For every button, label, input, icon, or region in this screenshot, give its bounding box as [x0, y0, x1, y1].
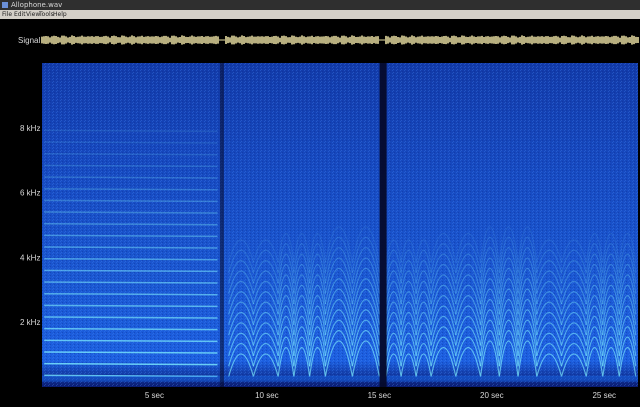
harmonic-line — [44, 269, 218, 273]
y-tick-label: 2 kHz — [20, 318, 40, 327]
harmonic-line — [44, 316, 218, 319]
signal-trace — [41, 35, 639, 45]
harmonic-line — [44, 362, 218, 366]
harmonic-line — [44, 327, 218, 331]
harmonic-line — [44, 339, 218, 343]
harmonic-line — [44, 199, 218, 203]
menu-tools[interactable]: Tools — [39, 10, 54, 19]
x-tick-label: 15 sec — [368, 391, 392, 400]
waveform-app-icon — [2, 2, 8, 8]
harmonic-line — [44, 129, 218, 133]
harmonic-line — [44, 281, 218, 284]
low-frequency-band — [42, 375, 638, 382]
harmonic-line — [44, 222, 218, 226]
harmonic-line — [44, 234, 218, 238]
menu-help[interactable]: Help — [53, 10, 67, 19]
harmonic-line — [44, 141, 218, 144]
title-bar[interactable]: Allophone.wav — [0, 0, 640, 10]
spectrogram-noise — [42, 63, 638, 387]
spectrogram-plot — [42, 63, 638, 387]
menu-edit[interactable]: Edit — [14, 10, 26, 19]
spectrogram-view[interactable]: Signal 2 kHz 4 kHz 6 kHz 8 kHz 5 sec 10 sec 1… — [0, 19, 640, 407]
x-tick-label: 20 sec — [480, 391, 504, 400]
harmonic-line — [44, 211, 218, 214]
spectrogram-chart: 2 kHz 4 kHz 6 kHz 8 kHz 5 sec 10 sec 15 sec 20… — [20, 35, 639, 400]
harmonic-line — [44, 351, 218, 354]
harmonic-line — [44, 187, 218, 191]
y-axis-ticks: 2 kHz 4 kHz 6 kHz 8 kHz — [20, 124, 40, 327]
silence-gap — [379, 63, 387, 387]
y-tick-label: 4 kHz — [20, 253, 40, 262]
y-tick-label: 8 kHz — [20, 124, 40, 133]
menu-bar: File Edit View Tools Help — [0, 10, 640, 19]
window-title: Allophone.wav — [11, 1, 63, 9]
signal-waveform — [41, 35, 639, 45]
harmonic-line — [44, 257, 218, 261]
harmonic-line — [44, 292, 218, 296]
harmonic-line — [44, 304, 218, 308]
x-tick-label: 5 sec — [145, 391, 164, 400]
x-tick-label: 10 sec — [255, 391, 279, 400]
x-axis-ticks: 5 sec 10 sec 15 sec 20 sec 25 sec — [145, 391, 616, 400]
x-tick-label: 25 sec — [592, 391, 616, 400]
harmonic-line — [44, 176, 218, 179]
harmonic-line — [44, 152, 218, 156]
harmonic-line — [44, 164, 218, 168]
harmonic-line — [44, 246, 218, 249]
silence-gap — [219, 63, 224, 387]
menu-file[interactable]: File — [2, 10, 12, 19]
y-tick-label: 6 kHz — [20, 189, 40, 198]
